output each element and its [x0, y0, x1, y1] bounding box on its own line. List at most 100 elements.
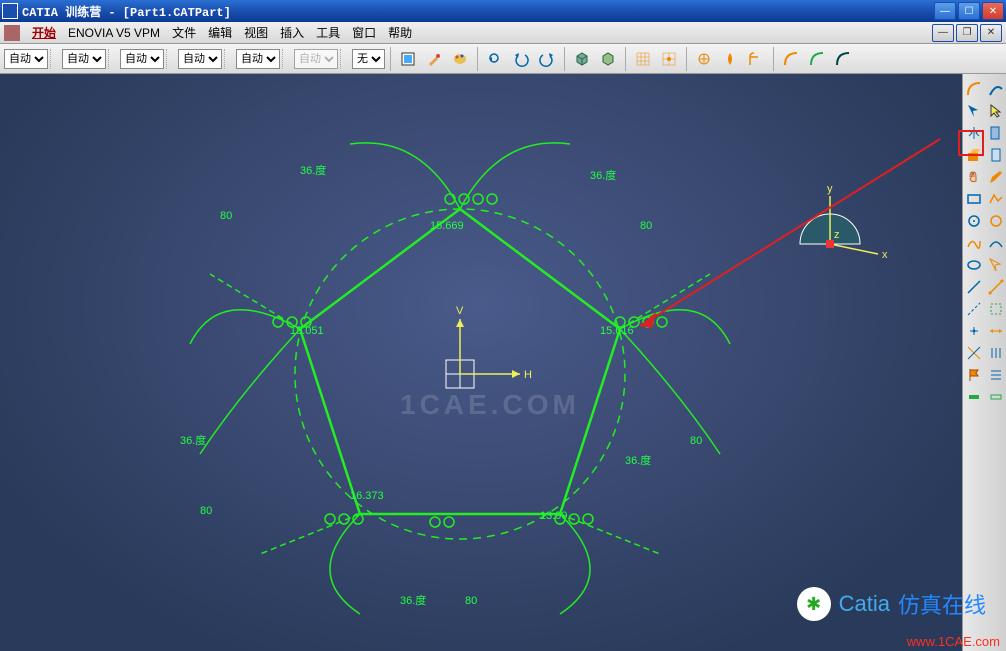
- view-compass[interactable]: y x z: [800, 183, 888, 261]
- maximize-button[interactable]: ☐: [958, 2, 980, 20]
- window-title: CATIA 训练营 - [Part1.CATPart]: [22, 3, 934, 20]
- catia-menu-icon[interactable]: [4, 25, 20, 41]
- menu-help[interactable]: 帮助: [382, 24, 418, 41]
- profile-icon[interactable]: [986, 189, 1006, 209]
- constraint-icon[interactable]: [964, 387, 984, 407]
- line-seg-icon[interactable]: [986, 277, 1006, 297]
- parallel-icon[interactable]: [986, 343, 1006, 363]
- arc3pt-icon[interactable]: [986, 233, 1006, 253]
- close-button[interactable]: ✕: [982, 2, 1004, 20]
- paint-brush-icon[interactable]: [422, 47, 446, 71]
- sketch-svg: y x z H V: [0, 74, 962, 651]
- door-icon[interactable]: [986, 123, 1006, 143]
- menu-bar: 开始 ENOVIA V5 VPM 文件 编辑 视图 插入 工具 窗口 帮助 — …: [0, 22, 1006, 44]
- svg-text:15.669: 15.669: [430, 220, 464, 232]
- arc-dark-icon[interactable]: [831, 47, 855, 71]
- svg-text:36.度: 36.度: [590, 168, 616, 182]
- select-trap-icon[interactable]: [986, 255, 1006, 275]
- palette-icon[interactable]: [448, 47, 472, 71]
- cube-icon[interactable]: [570, 47, 594, 71]
- combo-6[interactable]: 自动: [294, 49, 338, 69]
- svg-text:x: x: [882, 249, 888, 261]
- svg-text:15.616: 15.616: [600, 325, 634, 337]
- dim-icon[interactable]: [986, 321, 1006, 341]
- menu-tools[interactable]: 工具: [310, 24, 346, 41]
- spline-icon[interactable]: [964, 233, 984, 253]
- flame-icon[interactable]: [718, 47, 742, 71]
- point-icon[interactable]: [964, 321, 984, 341]
- combo-2[interactable]: 自动: [62, 49, 106, 69]
- sketch-canvas[interactable]: y x z H V: [0, 74, 962, 651]
- ellipse-icon[interactable]: [964, 255, 984, 275]
- menu-start[interactable]: 开始: [26, 24, 62, 41]
- menu-file[interactable]: 文件: [166, 24, 202, 41]
- grid-snap-icon[interactable]: [657, 47, 681, 71]
- grid-icon[interactable]: [631, 47, 655, 71]
- circle-icon[interactable]: [964, 211, 984, 231]
- sketch-origin: H V: [446, 305, 532, 388]
- svg-text:H: H: [524, 369, 532, 381]
- constraint2-icon[interactable]: [986, 387, 1006, 407]
- combo-4[interactable]: 自动: [178, 49, 222, 69]
- wechat-icon: ✱: [797, 587, 831, 621]
- right-toolbar: [962, 74, 1006, 651]
- intersect-icon[interactable]: [964, 343, 984, 363]
- svg-text:36.度: 36.度: [180, 433, 206, 447]
- svg-text:36.度: 36.度: [400, 593, 426, 607]
- menu-edit[interactable]: 编辑: [202, 24, 238, 41]
- combo-1[interactable]: 自动: [4, 49, 48, 69]
- arc-tool2-icon[interactable]: [986, 79, 1006, 99]
- circle-tan-icon[interactable]: [986, 211, 1006, 231]
- cursor-icon[interactable]: [986, 101, 1006, 121]
- menu-insert[interactable]: 插入: [274, 24, 310, 41]
- rectangle-icon[interactable]: [964, 189, 984, 209]
- box-select-icon[interactable]: [986, 299, 1006, 319]
- color-swatch-icon[interactable]: [396, 47, 420, 71]
- svg-text:80: 80: [220, 210, 232, 222]
- cube-shade-icon[interactable]: [596, 47, 620, 71]
- svg-text:36.度: 36.度: [300, 163, 326, 177]
- wechat-watermark: ✱ Catia 仿真在线: [797, 587, 986, 621]
- svg-text:16.373: 16.373: [350, 490, 384, 502]
- arc-green-icon[interactable]: [805, 47, 829, 71]
- undo-icon[interactable]: [509, 47, 533, 71]
- annotation-arrow: [640, 139, 940, 328]
- svg-text:80: 80: [690, 435, 702, 447]
- window-titlebar: CATIA 训练营 - [Part1.CATPart] — ☐ ✕: [0, 0, 1006, 22]
- zoom-prev-icon[interactable]: [483, 47, 507, 71]
- toolbar-row: 自动 自动 自动 自动 自动 自动 无: [0, 44, 1006, 74]
- menu-window[interactable]: 窗口: [346, 24, 382, 41]
- combo-3[interactable]: 自动: [120, 49, 164, 69]
- combo-5[interactable]: 自动: [236, 49, 280, 69]
- doc-restore-button[interactable]: ❐: [956, 24, 978, 42]
- analysis-icon[interactable]: [692, 47, 716, 71]
- url-watermark: www.1CAE.com: [907, 634, 1000, 649]
- dimensions: 36.度 36.度 36.度 36.度 36.度 80 80 80 80 80 …: [180, 163, 702, 607]
- line-icon[interactable]: [964, 277, 984, 297]
- redo-icon[interactable]: [535, 47, 559, 71]
- axis-icon[interactable]: [964, 299, 984, 319]
- arc-orange-icon[interactable]: [779, 47, 803, 71]
- menu-enovia[interactable]: ENOVIA V5 VPM: [62, 26, 166, 40]
- doc-close-button[interactable]: ✕: [980, 24, 1002, 42]
- combo-7[interactable]: 无: [352, 49, 385, 69]
- menu-view[interactable]: 视图: [238, 24, 274, 41]
- svg-text:z: z: [834, 229, 840, 241]
- sheet-icon[interactable]: [986, 145, 1006, 165]
- doc-minimize-button[interactable]: —: [932, 24, 954, 42]
- svg-text:80: 80: [640, 220, 652, 232]
- minimize-button[interactable]: —: [934, 2, 956, 20]
- hand-icon[interactable]: [964, 167, 984, 187]
- arc-tool-icon[interactable]: [964, 79, 984, 99]
- list-icon[interactable]: [986, 365, 1006, 385]
- corner-icon[interactable]: [744, 47, 768, 71]
- pencil-icon[interactable]: [986, 167, 1006, 187]
- flag-icon[interactable]: [964, 365, 984, 385]
- svg-text:36.度: 36.度: [625, 453, 651, 467]
- select-arrow-icon[interactable]: [964, 101, 984, 121]
- svg-text:V: V: [456, 305, 464, 317]
- svg-text:80: 80: [465, 595, 477, 607]
- svg-text:80: 80: [200, 505, 212, 517]
- app-icon: [2, 3, 18, 19]
- svg-text:y: y: [827, 183, 833, 195]
